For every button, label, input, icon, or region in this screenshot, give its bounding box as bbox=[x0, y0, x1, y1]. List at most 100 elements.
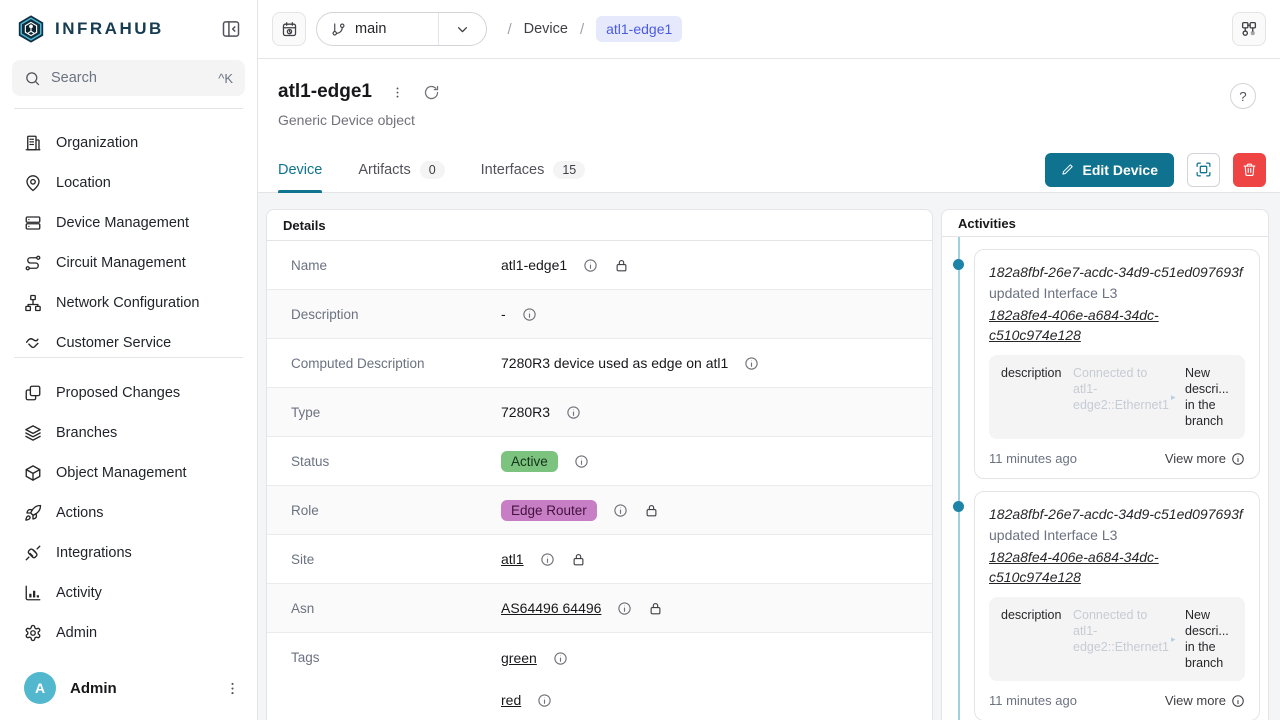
server-icon bbox=[24, 214, 42, 232]
value-link[interactable]: AS64496 64496 bbox=[501, 600, 601, 616]
tab-device[interactable]: Device bbox=[278, 147, 322, 192]
content: Details Name atl1-edge1 Description - Co… bbox=[258, 193, 1280, 720]
kebab-icon bbox=[390, 85, 405, 100]
pencil-icon bbox=[1061, 163, 1074, 176]
manage-groups-button[interactable] bbox=[1187, 153, 1220, 187]
tab-interfaces[interactable]: Interfaces 15 bbox=[481, 147, 586, 192]
refresh-button[interactable] bbox=[423, 84, 440, 101]
calendar-clock-icon bbox=[281, 21, 298, 38]
box-icon bbox=[24, 464, 42, 482]
sidebar-item-device-management[interactable]: Device Management bbox=[0, 203, 257, 243]
detail-row-role: Role Edge Router bbox=[267, 486, 932, 535]
detail-value: Edge Router bbox=[501, 500, 908, 521]
tasks-workflow-button[interactable] bbox=[1232, 12, 1266, 46]
panel-collapse-icon bbox=[221, 19, 241, 39]
handshake-icon bbox=[24, 334, 42, 352]
activities-panel: Activities 182a8fbf-26e7-acdc-34d9-c51ed… bbox=[941, 209, 1269, 720]
info-icon[interactable] bbox=[613, 503, 628, 518]
sidebar-item-actions[interactable]: Actions bbox=[0, 493, 257, 533]
tabs: Device Artifacts 0 Interfaces 15 bbox=[278, 147, 585, 192]
value-text: 7280R3 device used as edge on atl1 bbox=[501, 355, 728, 371]
info-icon bbox=[1231, 694, 1245, 708]
info-icon[interactable] bbox=[566, 405, 581, 420]
delete-button[interactable] bbox=[1233, 153, 1266, 187]
detail-value: 7280R3 device used as edge on atl1 bbox=[501, 355, 908, 371]
activity-action: updated Interface L3 bbox=[989, 527, 1245, 543]
breadcrumb-separator: / bbox=[580, 21, 584, 38]
activity-time: 11 minutes ago bbox=[989, 693, 1077, 708]
value-link[interactable]: atl1 bbox=[501, 551, 524, 567]
value-link[interactable]: red bbox=[501, 692, 521, 708]
sidebar-item-label: Proposed Changes bbox=[56, 385, 180, 401]
sidebar-item-object-management[interactable]: Object Management bbox=[0, 453, 257, 493]
lock-icon bbox=[644, 503, 659, 518]
info-icon[interactable] bbox=[583, 258, 598, 273]
detail-value: atl1-edge1 bbox=[501, 257, 908, 273]
avatar: A bbox=[24, 672, 56, 704]
breadcrumb-section[interactable]: Device bbox=[524, 21, 568, 37]
breadcrumb-current-chip[interactable]: atl1-edge1 bbox=[596, 16, 682, 42]
help-button[interactable]: ? bbox=[1230, 83, 1256, 109]
detail-label: Description bbox=[291, 307, 501, 322]
main-area: main / Device / atl1-edge1 atl1-edg bbox=[258, 0, 1280, 720]
activity-actor: 182a8fbf-26e7-acdc-34d9-c51ed097693f bbox=[989, 504, 1245, 524]
sidebar-item-branches[interactable]: Branches bbox=[0, 413, 257, 453]
info-icon[interactable] bbox=[617, 601, 632, 616]
tab-label: Artifacts bbox=[358, 162, 410, 178]
view-more-link[interactable]: View more bbox=[1165, 451, 1245, 466]
collapse-sidebar-button[interactable] bbox=[221, 19, 241, 39]
sidebar-item-proposed-changes[interactable]: Proposed Changes bbox=[0, 373, 257, 413]
sidebar-menu-primary: Organization Location Device Management … bbox=[0, 109, 257, 357]
sidebar-item-customer-service[interactable]: Customer Service bbox=[0, 323, 257, 357]
view-more-link[interactable]: View more bbox=[1165, 693, 1245, 708]
sidebar-item-admin[interactable]: Admin bbox=[0, 613, 257, 653]
sidebar-item-location[interactable]: Location bbox=[0, 163, 257, 203]
value-link[interactable]: green bbox=[501, 650, 537, 666]
info-icon[interactable] bbox=[537, 693, 552, 708]
workflow-icon bbox=[1240, 20, 1258, 38]
activity-target-link[interactable]: 182a8fe4-406e-a684-34dc-c510c974e128 bbox=[989, 547, 1245, 587]
activity-item: 182a8fbf-26e7-acdc-34d9-c51ed097693f upd… bbox=[974, 249, 1260, 479]
user-menu-button[interactable] bbox=[224, 680, 241, 697]
change-old-value: Connected to atl1-edge2::Ethernet1 bbox=[1073, 365, 1165, 429]
time-travel-button[interactable] bbox=[272, 12, 306, 46]
sidebar-item-label: Device Management bbox=[56, 215, 189, 231]
breadcrumb-separator: / bbox=[507, 21, 511, 38]
info-icon[interactable] bbox=[522, 307, 537, 322]
tab-count-badge: 0 bbox=[420, 161, 445, 179]
edit-device-button[interactable]: Edit Device bbox=[1045, 153, 1174, 187]
gear-icon bbox=[24, 624, 42, 642]
sidebar-item-circuit-management[interactable]: Circuit Management bbox=[0, 243, 257, 283]
info-icon[interactable] bbox=[574, 454, 589, 469]
trash-icon bbox=[1242, 162, 1257, 177]
info-icon[interactable] bbox=[553, 651, 568, 666]
sidebar-item-activity[interactable]: Activity bbox=[0, 573, 257, 613]
tag-line: red bbox=[501, 692, 552, 708]
info-icon[interactable] bbox=[540, 552, 555, 567]
sidebar-item-organization[interactable]: Organization bbox=[0, 123, 257, 163]
topbar: main / Device / atl1-edge1 bbox=[258, 0, 1280, 59]
search-input[interactable]: Search ^K bbox=[12, 60, 245, 96]
sidebar-item-network-configuration[interactable]: Network Configuration bbox=[0, 283, 257, 323]
change-new-value: New descri... in the branch bbox=[1185, 365, 1233, 429]
sidebar-item-label: Activity bbox=[56, 585, 102, 601]
detail-row-computed-description: Computed Description 7280R3 device used … bbox=[267, 339, 932, 388]
detail-row-site: Site atl1 bbox=[267, 535, 932, 584]
branch-dropdown-toggle[interactable] bbox=[438, 13, 486, 45]
change-new-value: New descri... in the branch bbox=[1185, 607, 1233, 671]
info-icon[interactable] bbox=[744, 356, 759, 371]
page-subtitle: Generic Device object bbox=[278, 112, 1256, 128]
object-menu-button[interactable] bbox=[390, 85, 405, 100]
tabs-row: Device Artifacts 0 Interfaces 15 Edit De… bbox=[258, 147, 1280, 193]
infrahub-logo[interactable]: INFRAHUB bbox=[16, 14, 164, 44]
activity-target-link[interactable]: 182a8fe4-406e-a684-34dc-c510c974e128 bbox=[989, 305, 1245, 345]
branch-selector[interactable]: main bbox=[316, 12, 487, 46]
sidebar-item-label: Network Configuration bbox=[56, 295, 199, 311]
sidebar-item-integrations[interactable]: Integrations bbox=[0, 533, 257, 573]
value-badge: Edge Router bbox=[501, 500, 597, 521]
tab-artifacts[interactable]: Artifacts 0 bbox=[358, 147, 444, 192]
tab-count-badge: 15 bbox=[553, 161, 585, 179]
details-panel-title: Details bbox=[267, 210, 932, 241]
value-text: - bbox=[501, 306, 506, 322]
sidebar-item-label: Actions bbox=[56, 505, 104, 521]
